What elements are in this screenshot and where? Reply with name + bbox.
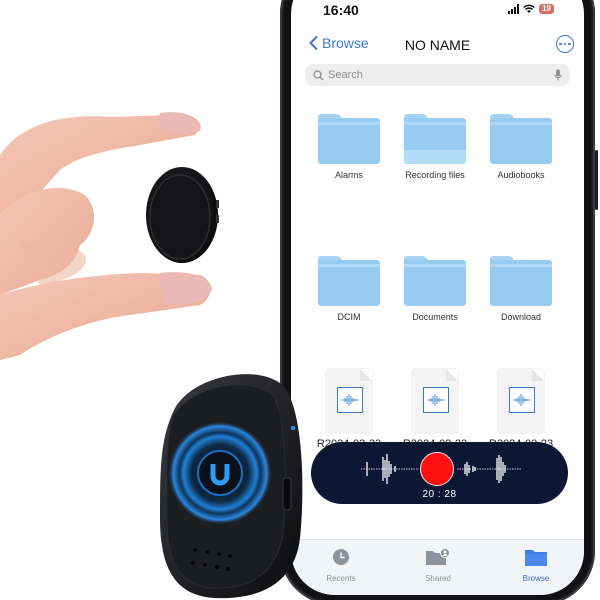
- side-button: [595, 150, 598, 210]
- microphone-icon[interactable]: [554, 69, 562, 81]
- shared-folder-icon: [426, 548, 450, 565]
- folder-alarms[interactable]: Alarms: [306, 114, 392, 180]
- signal-icon: [508, 4, 520, 14]
- folder-icon: [525, 550, 547, 566]
- hand-holding-recorder-image: [0, 112, 219, 360]
- clock-icon: [333, 549, 349, 565]
- page-title: NO NAME: [404, 37, 471, 53]
- nav-bar: Browse NO NAME: [291, 30, 584, 60]
- phone-frame: 16:40 19 Browse NO NAME Search Alarms Re…: [280, 0, 598, 600]
- waveform-icon: [513, 394, 531, 406]
- waveform-icon: [341, 394, 359, 406]
- waveform-right-icon: [457, 455, 521, 483]
- folder-label: Alarms: [334, 170, 363, 180]
- more-options-button[interactable]: [556, 35, 574, 53]
- search-field[interactable]: [305, 64, 570, 86]
- folder-documents[interactable]: Documents: [392, 256, 478, 322]
- search-input[interactable]: [328, 69, 554, 81]
- tab-bar: Recents Shared Browse: [291, 539, 584, 595]
- tab-browse[interactable]: Browse: [496, 548, 576, 583]
- record-button[interactable]: [420, 452, 454, 486]
- tab-recents[interactable]: Recents: [301, 548, 381, 583]
- tab-label: Shared: [425, 574, 451, 583]
- ellipsis-dot: [568, 42, 571, 46]
- folder-label: Recording files: [405, 170, 465, 180]
- status-bar: 16:40 19: [291, 2, 584, 22]
- recording-time: 20 : 28: [422, 489, 457, 500]
- folder-recording-files[interactable]: Recording files: [392, 114, 478, 180]
- folder-icon: [490, 256, 552, 306]
- audio-file-icon: [326, 369, 372, 433]
- folder-icon: [490, 114, 552, 164]
- status-icons: 19: [508, 4, 554, 14]
- folder-icon: [404, 114, 466, 164]
- folder-icon: [318, 256, 380, 306]
- ellipsis-icon: [559, 42, 562, 46]
- ellipsis-dot: [563, 42, 567, 46]
- tab-label: Recents: [326, 574, 356, 583]
- folder-dcim[interactable]: DCIM: [306, 256, 392, 322]
- audio-file-icon: [412, 369, 458, 433]
- folder-label: DCIM: [337, 312, 361, 322]
- folder-icon: [404, 256, 466, 306]
- folder-icon: [318, 114, 380, 164]
- voice-recorder-device-image: [160, 374, 303, 599]
- folder-label: Download: [500, 312, 542, 322]
- battery-icon: 19: [539, 4, 554, 14]
- folder-download[interactable]: Download: [478, 256, 564, 322]
- folder-audiobooks[interactable]: Audiobooks: [478, 114, 564, 180]
- phone-screen: 16:40 19 Browse NO NAME Search Alarms Re…: [291, 0, 584, 595]
- status-time: 16:40: [323, 2, 359, 18]
- folder-label: Audiobooks: [497, 170, 545, 180]
- tab-shared[interactable]: Shared: [398, 548, 478, 583]
- audio-file-icon: [498, 369, 544, 433]
- wifi-icon: [523, 4, 535, 13]
- waveform-left-icon: [361, 454, 419, 484]
- tab-label: Browse: [522, 574, 550, 583]
- recording-bar: 20 : 28: [311, 442, 568, 504]
- waveform-icon: [427, 394, 445, 406]
- search-icon: [313, 69, 324, 80]
- folder-label: Documents: [412, 312, 458, 322]
